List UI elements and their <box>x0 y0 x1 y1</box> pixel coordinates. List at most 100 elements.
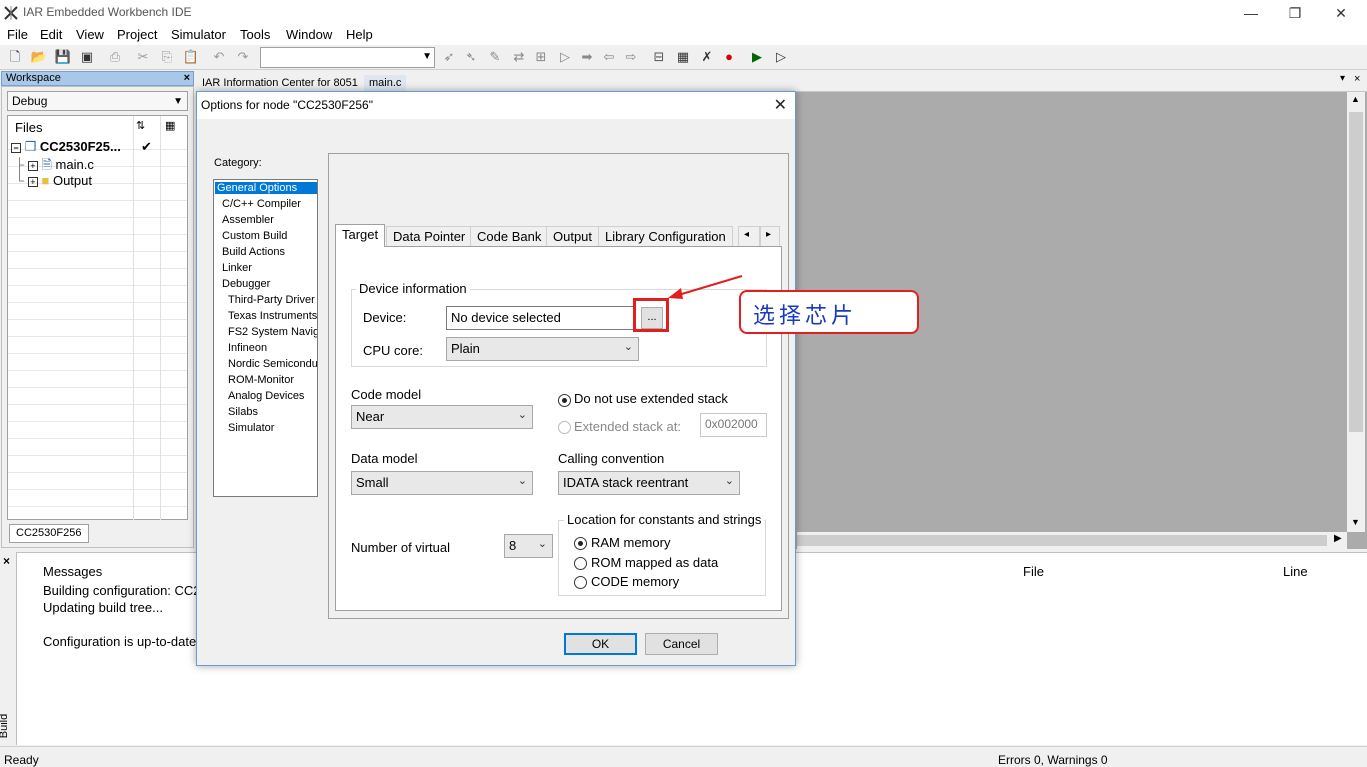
open-folder-icon[interactable]: 📂 <box>30 48 48 66</box>
messages-column-header[interactable]: Messages <box>43 564 102 579</box>
data-model-select[interactable]: Small ⌄ <box>351 471 533 495</box>
menu-help[interactable]: Help <box>346 27 373 42</box>
build-tab-label[interactable]: Build <box>0 714 10 738</box>
restore-button[interactable]: ❐ <box>1275 3 1315 23</box>
compile-icon[interactable]: ⊟ <box>650 48 668 66</box>
category-item-silabs[interactable]: Silabs <box>228 406 258 418</box>
menu-view[interactable]: View <box>76 27 104 42</box>
tab-target[interactable]: Target <box>335 224 386 247</box>
category-item-texas-instruments[interactable]: Texas Instruments <box>228 310 317 322</box>
tree-project-node[interactable]: − ❒ CC2530F25... <box>11 139 121 155</box>
find-prev-icon[interactable]: ➴ <box>462 48 480 66</box>
cpu-core-select[interactable]: Plain ⌄ <box>446 337 639 361</box>
category-item-third-party-driver[interactable]: Third-Party Driver <box>228 294 315 306</box>
tab-output[interactable]: Output <box>546 226 600 246</box>
menu-simulator[interactable]: Simulator <box>171 27 226 42</box>
collapse-icon[interactable]: − <box>11 143 21 153</box>
tab-library-configuration[interactable]: Library Configuration <box>598 226 733 246</box>
category-item-simulator[interactable]: Simulator <box>228 422 274 434</box>
find-next-icon[interactable]: ➶ <box>440 48 458 66</box>
find-icon[interactable]: ✎ <box>486 48 504 66</box>
debug-no-download-icon[interactable]: ▷ <box>772 48 790 66</box>
bookmark-toggle-icon[interactable]: ▷ <box>556 48 574 66</box>
stop-build-icon[interactable]: ✗ <box>698 48 716 66</box>
close-workspace-icon[interactable]: × <box>184 72 190 85</box>
ok-button[interactable]: OK <box>564 633 637 655</box>
category-item-custom-build[interactable]: Custom Build <box>222 230 287 242</box>
find-combo[interactable]: ▼ <box>260 47 435 68</box>
category-item-analog-devices[interactable]: Analog Devices <box>228 390 304 402</box>
expand-icon[interactable]: + <box>27 177 38 187</box>
close-messages-icon[interactable]: × <box>3 554 10 568</box>
file-column-header[interactable]: File <box>1023 564 1044 579</box>
tab-scroll-left-icon[interactable]: ◂ <box>738 226 760 246</box>
replace-icon[interactable]: ⇄ <box>510 48 528 66</box>
tab-data-pointer[interactable]: Data Pointer <box>386 226 473 246</box>
calling-convention-select[interactable]: IDATA stack reentrant ⌄ <box>558 471 740 495</box>
category-item-rom-monitor[interactable]: ROM-Monitor <box>228 374 294 386</box>
category-list[interactable]: General Options C/C++ Compiler Assembler… <box>213 179 318 497</box>
workspace-tab[interactable]: CC2530F256 <box>9 524 89 543</box>
menu-tools[interactable]: Tools <box>240 27 270 42</box>
menu-edit[interactable]: Edit <box>40 27 62 42</box>
menu-file[interactable]: File <box>7 27 28 42</box>
editor-vertical-scrollbar[interactable]: ▲ ▼ <box>1347 92 1365 532</box>
bookmark-clear-icon[interactable]: ⇨ <box>622 48 640 66</box>
tab-info-center[interactable]: IAR Information Center for 8051 <box>197 75 363 92</box>
make-icon[interactable]: ▦ <box>674 48 692 66</box>
scroll-down-icon[interactable]: ▼ <box>1351 517 1360 527</box>
code-model-select[interactable]: Near ⌄ <box>351 405 533 429</box>
category-item-debugger[interactable]: Debugger <box>222 278 270 290</box>
scroll-thumb[interactable] <box>797 535 1327 546</box>
options-grid-icon[interactable]: ▦ <box>165 119 175 132</box>
rom-mapped-label[interactable]: ROM mapped as data <box>591 555 718 570</box>
redo-icon[interactable]: ↷ <box>234 48 252 66</box>
extended-stack-address[interactable]: 0x002000 <box>700 413 767 437</box>
category-item-fs2[interactable]: FS2 System Navig <box>228 326 317 338</box>
save-icon[interactable]: 💾 <box>54 48 72 66</box>
close-tab-icon[interactable]: × <box>1354 73 1360 85</box>
save-all-icon[interactable]: ▣ <box>78 48 96 66</box>
sort-icon[interactable]: ⇅ <box>136 119 145 132</box>
copy-icon[interactable]: ⎘ <box>158 48 176 66</box>
device-field[interactable]: No device selected <box>446 306 636 330</box>
tab-main-c[interactable]: main.c <box>364 75 407 92</box>
breakpoint-icon[interactable]: ● <box>720 48 738 66</box>
scroll-thumb[interactable] <box>1349 112 1363 432</box>
cancel-button[interactable]: Cancel <box>645 633 718 655</box>
configuration-select[interactable]: Debug ▼ <box>7 91 188 111</box>
close-window-button[interactable]: ✕ <box>1321 3 1361 23</box>
no-extended-stack-radio[interactable] <box>558 394 571 407</box>
ram-memory-radio[interactable] <box>574 537 587 550</box>
tab-scroll-right-icon[interactable]: ▸ <box>760 226 780 246</box>
tab-code-bank[interactable]: Code Bank <box>470 226 549 246</box>
virtual-registers-select[interactable]: 8 ⌄ <box>504 534 553 558</box>
scroll-right-icon[interactable]: ▶ <box>1334 533 1342 544</box>
category-item-assembler[interactable]: Assembler <box>222 214 274 226</box>
download-debug-icon[interactable]: ▶ <box>748 48 766 66</box>
goto-icon[interactable]: ⊞ <box>532 48 550 66</box>
expand-icon[interactable]: + <box>27 161 38 171</box>
tab-list-icon[interactable]: ▾ <box>1340 73 1345 84</box>
tree-item-output[interactable]: └ + ■ Output <box>15 173 92 188</box>
category-item-compiler[interactable]: C/C++ Compiler <box>222 198 301 210</box>
code-memory-label[interactable]: CODE memory <box>591 574 679 589</box>
category-item-nordic[interactable]: Nordic Semiconduc <box>228 358 317 370</box>
print-icon[interactable]: ⎙ <box>106 48 124 66</box>
category-item-general-options[interactable]: General Options <box>215 182 317 194</box>
minimize-button[interactable]: — <box>1231 3 1271 23</box>
extended-stack-label[interactable]: Extended stack at: <box>574 419 681 434</box>
editor-horizontal-scrollbar[interactable]: ▶ <box>797 532 1347 549</box>
undo-icon[interactable]: ↶ <box>210 48 228 66</box>
bookmark-next-icon[interactable]: ➡ <box>578 48 596 66</box>
category-item-linker[interactable]: Linker <box>222 262 252 274</box>
code-memory-radio[interactable] <box>574 576 587 589</box>
scroll-up-icon[interactable]: ▲ <box>1351 94 1360 104</box>
bookmark-prev-icon[interactable]: ⇦ <box>600 48 618 66</box>
ram-memory-label[interactable]: RAM memory <box>591 535 670 550</box>
category-item-infineon[interactable]: Infineon <box>228 342 267 354</box>
no-extended-stack-label[interactable]: Do not use extended stack <box>574 391 728 406</box>
close-dialog-button[interactable]: ✕ <box>774 95 787 115</box>
cut-icon[interactable]: ✂ <box>134 48 152 66</box>
menu-project[interactable]: Project <box>117 27 157 42</box>
